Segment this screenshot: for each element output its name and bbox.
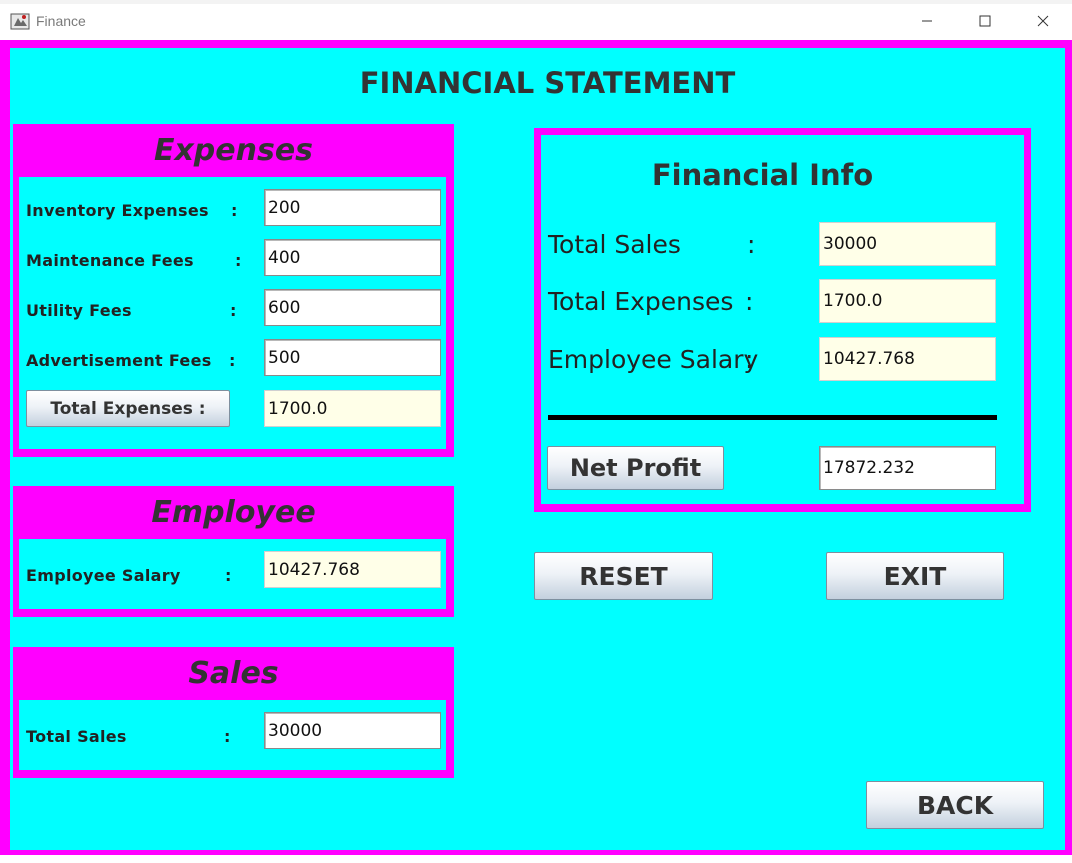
- employee-heading: Employee: [151, 495, 316, 530]
- minimize-button[interactable]: [898, 4, 956, 38]
- divider-line: [548, 415, 997, 420]
- advertisement-fees-colon: :: [229, 351, 236, 370]
- utility-fees-colon: :: [230, 301, 237, 320]
- info-total-sales-colon: :: [747, 230, 756, 259]
- net-profit-field[interactable]: [819, 446, 996, 490]
- advertisement-fees-input[interactable]: [264, 339, 441, 376]
- employee-salary-field[interactable]: [264, 551, 441, 588]
- minimize-icon: [922, 20, 932, 22]
- close-icon: [1037, 15, 1049, 27]
- java-app-icon: [10, 13, 30, 30]
- inventory-expenses-colon: :: [231, 201, 238, 220]
- maintenance-fees-label: Maintenance Fees: [26, 251, 194, 270]
- info-employee-salary-field[interactable]: [819, 337, 996, 381]
- total-expenses-button[interactable]: Total Expenses :: [26, 390, 230, 427]
- reset-button[interactable]: RESET: [534, 552, 713, 600]
- info-employee-salary-colon: :: [745, 345, 754, 374]
- advertisement-fees-label: Advertisement Fees: [26, 351, 212, 370]
- inventory-expenses-input[interactable]: [264, 189, 441, 226]
- info-total-expenses-label: Total Expenses: [548, 287, 734, 316]
- info-total-sales-field[interactable]: [819, 222, 996, 266]
- info-total-expenses-colon: :: [745, 287, 754, 316]
- net-profit-button[interactable]: Net Profit: [547, 446, 724, 490]
- title-bar[interactable]: Finance: [0, 4, 1072, 40]
- maintenance-fees-input[interactable]: [264, 239, 441, 276]
- employee-salary-colon: :: [225, 566, 232, 585]
- page-title: FINANCIAL STATEMENT: [359, 66, 736, 100]
- exit-button[interactable]: EXIT: [826, 552, 1004, 600]
- info-employee-salary-label: Employee Salary: [548, 345, 759, 374]
- inventory-expenses-label: Inventory Expenses: [26, 201, 209, 220]
- window-title: Finance: [36, 13, 86, 29]
- maintenance-fees-colon: :: [235, 251, 242, 270]
- total-sales-label: Total Sales: [26, 727, 127, 746]
- close-button[interactable]: [1014, 4, 1072, 38]
- maximize-icon: [979, 15, 991, 27]
- info-total-expenses-field[interactable]: [819, 279, 996, 323]
- financial-info-heading: Financial Info: [651, 158, 874, 192]
- maximize-button[interactable]: [956, 4, 1014, 38]
- back-button[interactable]: BACK: [866, 781, 1044, 829]
- total-expenses-field[interactable]: [264, 390, 441, 427]
- utility-fees-label: Utility Fees: [26, 301, 132, 320]
- employee-salary-label: Employee Salary: [26, 566, 181, 585]
- sales-heading: Sales: [188, 656, 279, 691]
- info-total-sales-label: Total Sales: [548, 230, 681, 259]
- total-sales-colon: :: [224, 727, 231, 746]
- utility-fees-input[interactable]: [264, 289, 441, 326]
- total-sales-input[interactable]: [264, 712, 441, 749]
